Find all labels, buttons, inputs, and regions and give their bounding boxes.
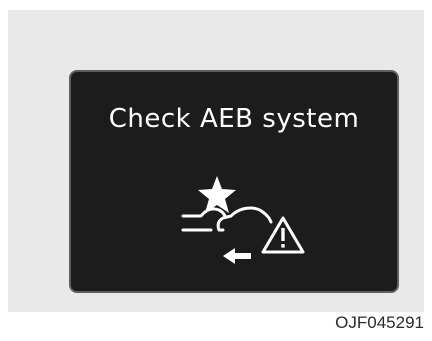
rear-car-icon	[181, 207, 227, 218]
collision-star-icon	[198, 176, 236, 213]
image-code-caption: OJF045291	[335, 313, 424, 332]
warning-message: Check AEB system	[108, 104, 360, 134]
cluster-display-screen: Check AEB system	[69, 70, 399, 293]
illustration-panel: Check AEB system	[8, 10, 424, 312]
aeb-collision-warning-icon	[181, 176, 305, 264]
front-car-icon	[216, 206, 273, 232]
left-arrow-icon	[223, 248, 251, 264]
